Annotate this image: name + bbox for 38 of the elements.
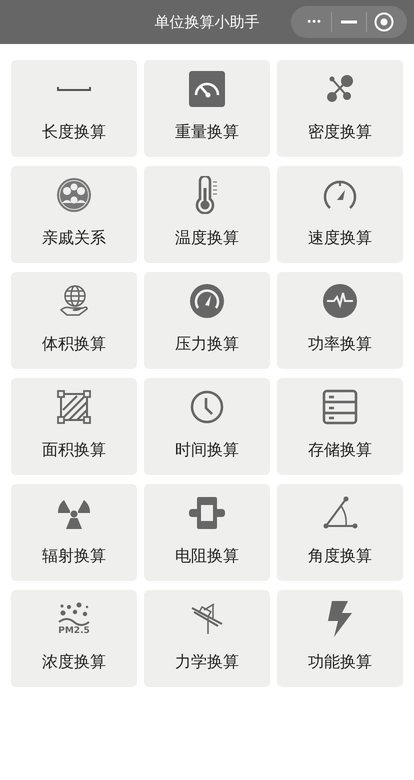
converter-tile[interactable]: PM2.5 浓度换算 — [11, 590, 137, 687]
converter-tile[interactable]: 角度换算 — [277, 484, 403, 581]
converter-tile[interactable]: 长度换算 — [11, 60, 137, 157]
converter-tile[interactable]: 重量换算 — [144, 60, 270, 157]
ruler-icon — [56, 85, 92, 93]
minimize-icon — [340, 20, 357, 24]
more-button[interactable]: ••• — [298, 10, 330, 34]
thermometer-icon — [194, 176, 220, 214]
converter-tile[interactable]: 功率换算 — [277, 272, 403, 369]
molecule-icon — [325, 74, 355, 104]
gauge-icon — [189, 283, 225, 319]
globe-hand-icon — [57, 284, 91, 318]
close-icon — [374, 12, 394, 32]
resistor-icon — [189, 496, 225, 530]
scale-icon — [189, 71, 225, 107]
converter-tile[interactable]: 时间换算 — [144, 378, 270, 475]
converter-tile[interactable]: 温度换算 — [144, 166, 270, 263]
converter-tile[interactable]: 体积换算 — [11, 272, 137, 369]
lightning-icon — [326, 601, 354, 637]
converter-tile[interactable]: 面积换算 — [11, 378, 137, 475]
clock-icon — [190, 390, 224, 424]
angle-icon — [322, 496, 358, 530]
converter-tile[interactable]: 电阻换算 — [144, 484, 270, 581]
window-title: 单位换算小助手 — [154, 12, 260, 32]
storage-icon — [322, 389, 358, 425]
converter-tile[interactable]: 力学换算 — [144, 590, 270, 687]
family-icon — [56, 177, 92, 213]
area-icon — [57, 390, 91, 424]
speedometer-icon — [322, 178, 358, 212]
pulse-icon — [322, 283, 358, 319]
converter-tile[interactable]: 存储换算 — [277, 378, 403, 475]
converter-tile[interactable]: 速度换算 — [277, 166, 403, 263]
converter-tile[interactable]: 辐射换算 — [11, 484, 137, 581]
converter-tile[interactable]: 亲戚关系 — [11, 166, 137, 263]
converter-tile[interactable]: 密度换算 — [277, 60, 403, 157]
converter-tile[interactable]: 功能换算 — [277, 590, 403, 687]
converter-tile[interactable]: 压力换算 — [144, 272, 270, 369]
mechanics-icon — [190, 602, 224, 636]
